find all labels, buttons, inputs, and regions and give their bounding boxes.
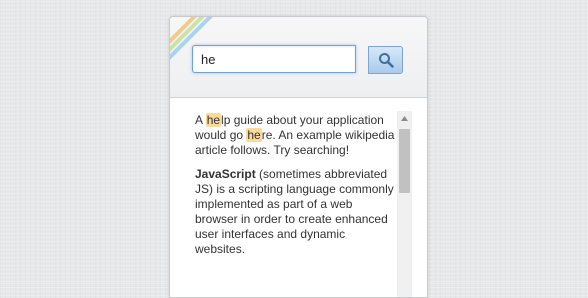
search-highlight: he <box>205 113 222 127</box>
search-panel: A help guide about your application woul… <box>169 16 428 298</box>
search-highlight: he <box>246 128 262 142</box>
article-paragraph: JavaScript (sometimes abbreviated JS) is… <box>195 167 395 257</box>
scrollbar-thumb[interactable] <box>399 129 410 193</box>
help-text: A help guide about your application woul… <box>195 113 395 266</box>
search-button[interactable] <box>368 46 403 74</box>
text-segment: A <box>195 113 206 127</box>
intro-paragraph: A help guide about your application woul… <box>195 113 395 158</box>
search-input[interactable] <box>192 45 356 73</box>
panel-header <box>170 17 427 98</box>
scroll-up-arrow-icon[interactable] <box>397 111 412 125</box>
vertical-scrollbar[interactable] <box>397 111 412 297</box>
article-term: JavaScript <box>195 167 256 181</box>
help-content: A help guide about your application woul… <box>170 98 427 297</box>
magnifier-icon <box>378 53 394 68</box>
